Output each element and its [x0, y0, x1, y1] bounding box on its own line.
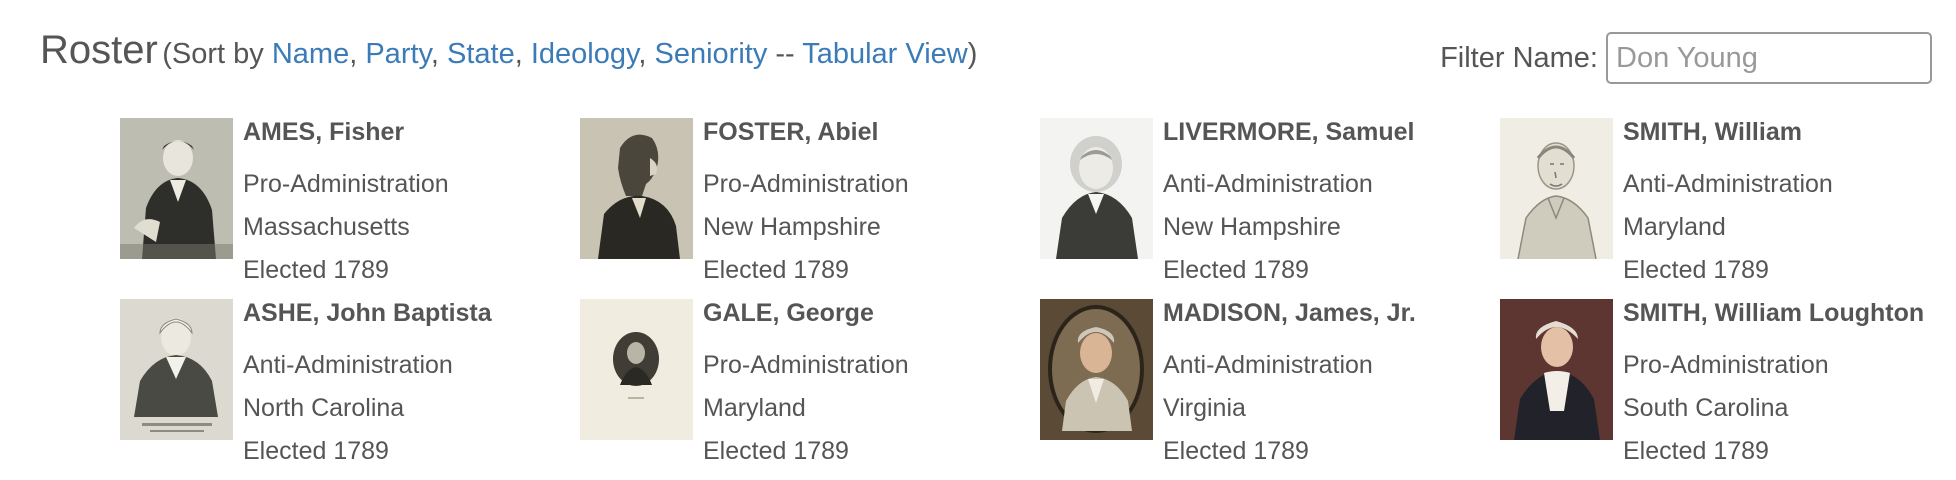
member-state: Massachusetts — [243, 213, 410, 241]
member-card[interactable]: MADISON, James, Jr. Anti-Administration … — [1040, 299, 1500, 480]
sort-by-name-link[interactable]: Name — [272, 38, 349, 70]
member-elected: Elected 1789 — [1623, 437, 1769, 465]
member-party: Pro-Administration — [243, 170, 449, 198]
member-party: Pro-Administration — [703, 351, 909, 379]
separator: , — [638, 38, 655, 70]
member-state: North Carolina — [243, 394, 405, 422]
member-card[interactable]: SMITH, William Anti-Administration Maryl… — [1500, 118, 1956, 299]
member-state: New Hampshire — [1163, 213, 1341, 241]
member-info: FOSTER, Abiel Pro-Administration New Ham… — [703, 118, 909, 292]
member-elected: Elected 1789 — [243, 256, 389, 284]
member-portrait[interactable] — [580, 299, 693, 440]
member-elected: Elected 1789 — [1163, 437, 1309, 465]
member-party: Pro-Administration — [1623, 351, 1829, 379]
member-elected: Elected 1789 — [1623, 256, 1769, 284]
sort-by-state-link[interactable]: State — [447, 38, 515, 70]
member-name[interactable]: MADISON, James, Jr. — [1163, 301, 1416, 344]
filter-name-input[interactable] — [1606, 32, 1932, 84]
member-name[interactable]: LIVERMORE, Samuel — [1163, 120, 1414, 163]
member-name[interactable]: ASHE, John Baptista — [243, 301, 492, 344]
member-elected: Elected 1789 — [1163, 256, 1309, 284]
member-name[interactable]: FOSTER, Abiel — [703, 120, 909, 163]
member-info: SMITH, William Anti-Administration Maryl… — [1623, 118, 1833, 292]
member-card[interactable]: SMITH, William Loughton Pro-Administrati… — [1500, 299, 1956, 480]
member-grid: AMES, Fisher Pro-Administration Massachu… — [120, 118, 1956, 480]
tabular-view-link[interactable]: Tabular View — [802, 38, 968, 70]
member-info: SMITH, William Loughton Pro-Administrati… — [1623, 299, 1924, 473]
member-party: Anti-Administration — [1623, 170, 1833, 198]
member-info: ASHE, John Baptista Anti-Administration … — [243, 299, 492, 473]
page-title: Roster — [40, 28, 158, 72]
member-portrait[interactable] — [1500, 118, 1613, 259]
roster-header: Roster (Sort by Name, Party, State, Ideo… — [40, 28, 977, 73]
member-name[interactable]: SMITH, William Loughton — [1623, 301, 1924, 344]
sort-by-party-link[interactable]: Party — [365, 38, 431, 70]
member-portrait[interactable] — [580, 118, 693, 259]
member-state: South Carolina — [1623, 394, 1789, 422]
member-portrait[interactable] — [120, 299, 233, 440]
member-party: Anti-Administration — [243, 351, 453, 379]
member-portrait[interactable] — [1500, 299, 1613, 440]
separator: , — [430, 38, 448, 70]
member-state: Maryland — [1623, 213, 1726, 241]
member-card[interactable]: ASHE, John Baptista Anti-Administration … — [120, 299, 580, 480]
member-card[interactable]: GALE, George Pro-Administration Maryland… — [580, 299, 1040, 480]
member-party: Pro-Administration — [703, 170, 909, 198]
member-name[interactable]: GALE, George — [703, 301, 909, 344]
member-elected: Elected 1789 — [703, 437, 849, 465]
member-info: MADISON, James, Jr. Anti-Administration … — [1163, 299, 1416, 473]
member-party: Anti-Administration — [1163, 170, 1373, 198]
member-state: Virginia — [1163, 394, 1246, 422]
member-info: AMES, Fisher Pro-Administration Massachu… — [243, 118, 449, 292]
member-card[interactable]: AMES, Fisher Pro-Administration Massachu… — [120, 118, 580, 299]
member-info: GALE, George Pro-Administration Maryland… — [703, 299, 909, 473]
sort-options: (Sort by Name, Party, State, Ideology, S… — [162, 38, 977, 70]
sort-prefix: (Sort by — [162, 38, 272, 70]
sort-by-ideology-link[interactable]: Ideology — [531, 38, 639, 70]
member-name[interactable]: SMITH, William — [1623, 120, 1833, 163]
separator: , — [349, 38, 366, 70]
member-party: Anti-Administration — [1163, 351, 1373, 379]
member-portrait[interactable] — [1040, 299, 1153, 440]
member-card[interactable]: FOSTER, Abiel Pro-Administration New Ham… — [580, 118, 1040, 299]
member-elected: Elected 1789 — [703, 256, 849, 284]
member-state: Maryland — [703, 394, 806, 422]
member-card[interactable]: LIVERMORE, Samuel Anti-Administration Ne… — [1040, 118, 1500, 299]
member-info: LIVERMORE, Samuel Anti-Administration Ne… — [1163, 118, 1414, 292]
member-portrait[interactable] — [120, 118, 233, 259]
filter-name-label: Filter Name: — [1440, 41, 1598, 74]
member-elected: Elected 1789 — [243, 437, 389, 465]
member-portrait[interactable] — [1040, 118, 1153, 259]
member-state: New Hampshire — [703, 213, 881, 241]
sort-by-seniority-link[interactable]: Seniority — [654, 38, 767, 70]
filter-name-control: Filter Name: — [1440, 32, 1932, 84]
member-name[interactable]: AMES, Fisher — [243, 120, 449, 163]
separator: , — [514, 38, 531, 70]
sort-suffix: ) — [967, 38, 978, 70]
dash-separator: -- — [767, 38, 803, 70]
